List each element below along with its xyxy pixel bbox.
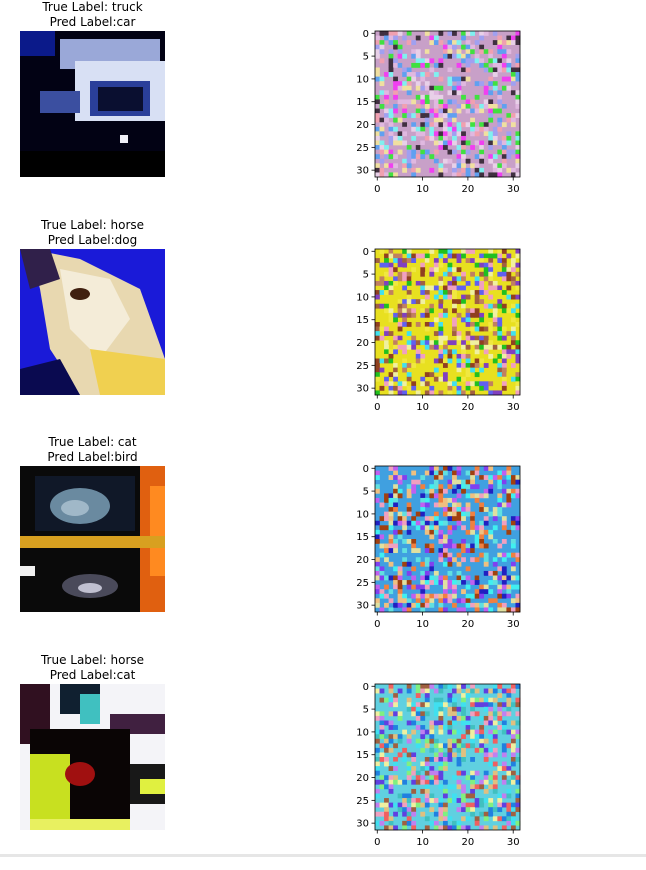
input-image-thumbnail (20, 466, 165, 612)
x-tick-label: 10 (416, 184, 429, 195)
y-tick-label: 10 (356, 74, 369, 85)
y-tick-label: 10 (356, 509, 369, 520)
pair-title: True Label: truck Pred Label:car (20, 0, 165, 30)
image-pair-3: True Label: cat Pred Label:bird 0 5 10 15 20… (0, 435, 646, 652)
x-tick-label: 30 (507, 402, 520, 413)
noise-image (375, 684, 521, 831)
input-image-thumbnail (20, 684, 165, 830)
y-tick-label: 0 (363, 682, 369, 693)
y-tick-label: 30 (356, 819, 369, 830)
image-pair-2: True Label: horse Pred Label:dog 0 5 10 15 2… (0, 218, 646, 435)
y-tick-label: 30 (356, 384, 369, 395)
y-tick-label: 15 (356, 97, 369, 108)
y-tick-label: 15 (356, 750, 369, 761)
pred-label: Pred Label:bird (47, 450, 138, 464)
x-tick-label: 30 (507, 619, 520, 630)
y-tick-label: 20 (356, 773, 369, 784)
x-tick-label: 20 (462, 402, 475, 413)
pair-title: True Label: cat Pred Label:bird (20, 435, 165, 465)
true-label: True Label: horse (40, 218, 145, 232)
y-tick-label: 10 (356, 292, 369, 303)
x-tick-label: 0 (374, 184, 380, 195)
y-tick-label: 5 (363, 487, 369, 498)
input-image-thumbnail (20, 31, 165, 177)
image-pair-4: True Label: horse Pred Label:cat 0 5 10 15 2… (0, 653, 646, 870)
y-tick-label: 0 (363, 29, 369, 40)
x-tick-label: 20 (462, 184, 475, 195)
heatmap-axes: 0 5 10 15 20 25 30 0 10 20 30 (356, 247, 521, 413)
heatmap-axes: 0 5 10 15 20 25 30 0 10 20 30 (356, 29, 521, 195)
x-tick-label: 10 (416, 402, 429, 413)
input-image-thumbnail (20, 249, 165, 395)
true-label: True Label: truck (42, 0, 143, 14)
x-tick-label: 10 (416, 619, 429, 630)
y-tick-label: 15 (356, 315, 369, 326)
x-tick-label: 0 (374, 837, 380, 848)
x-tick-label: 20 (462, 619, 475, 630)
y-tick-label: 0 (363, 464, 369, 475)
pred-label: Pred Label:dog (47, 233, 138, 247)
y-tick-label: 25 (356, 796, 369, 807)
x-tick-label: 0 (374, 619, 380, 630)
pred-label: Pred Label:car (49, 15, 136, 29)
y-tick-label: 25 (356, 143, 369, 154)
y-tick-label: 30 (356, 166, 369, 177)
x-tick-label: 0 (374, 402, 380, 413)
noise-image (375, 466, 521, 613)
y-tick-label: 10 (356, 727, 369, 738)
y-tick-label: 0 (363, 247, 369, 258)
noise-image (375, 31, 521, 178)
pair-title: True Label: horse Pred Label:cat (20, 653, 165, 683)
image-pair-1: True Label: truck Pred Label:car 0 5 10 15 2… (0, 0, 646, 217)
true-label: True Label: horse (40, 653, 145, 667)
y-tick-label: 5 (363, 52, 369, 63)
y-tick-label: 30 (356, 601, 369, 612)
y-tick-label: 5 (363, 270, 369, 281)
pred-label: Pred Label:cat (49, 668, 136, 682)
x-tick-label: 30 (507, 184, 520, 195)
true-label: True Label: cat (48, 435, 137, 449)
noise-image (375, 249, 521, 396)
y-tick-label: 15 (356, 532, 369, 543)
y-tick-label: 5 (363, 705, 369, 716)
x-tick-label: 10 (416, 837, 429, 848)
y-tick-label: 20 (356, 120, 369, 131)
y-tick-label: 20 (356, 338, 369, 349)
heatmap-axes: 0 5 10 15 20 25 30 0 10 20 30 (356, 682, 521, 848)
pair-title: True Label: horse Pred Label:dog (20, 218, 165, 248)
y-tick-label: 25 (356, 578, 369, 589)
x-tick-label: 20 (462, 837, 475, 848)
heatmap-axes: 0 5 10 15 20 25 30 0 10 20 30 (356, 464, 521, 630)
y-tick-label: 25 (356, 361, 369, 372)
y-tick-label: 20 (356, 555, 369, 566)
x-tick-label: 30 (507, 837, 520, 848)
